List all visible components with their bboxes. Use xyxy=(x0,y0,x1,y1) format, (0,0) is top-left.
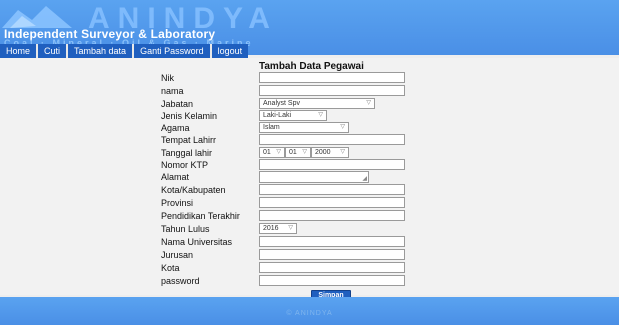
chevron-down-icon: ▽ xyxy=(340,149,345,155)
pendidikan-input[interactable] xyxy=(259,210,405,221)
kota-kabupaten-label: Kota/Kabupaten xyxy=(161,185,226,195)
row-password: password xyxy=(0,275,619,287)
kota-input[interactable] xyxy=(259,262,405,273)
year-select[interactable]: 2000 ▽ xyxy=(311,147,349,158)
nik-label: Nik xyxy=(161,73,174,83)
main-nav: Home Cuti Tambah data Ganti Password log… xyxy=(0,44,249,58)
jabatan-select[interactable]: Analyst Spv ▽ xyxy=(259,98,375,109)
kota-label: Kota xyxy=(161,263,180,273)
jabatan-label: Jabatan xyxy=(161,99,194,109)
row-kota: Kota xyxy=(0,262,619,274)
footer: © ANINDYA xyxy=(0,297,619,325)
nama-input[interactable] xyxy=(259,85,405,96)
row-tahun-lulus: Tahun Lulus 2016 ▽ xyxy=(0,223,619,235)
chevron-down-icon: ▽ xyxy=(366,100,371,106)
row-alamat: Alamat ◢ xyxy=(0,171,619,183)
tahun-lulus-value: 2016 xyxy=(263,225,279,232)
universitas-label: Nama Universitas xyxy=(161,237,233,247)
row-pendidikan: Pendidikan Terakhir xyxy=(0,210,619,222)
universitas-input[interactable] xyxy=(259,236,405,247)
page: ANINDYA Independent Surveyor & Laborator… xyxy=(0,0,619,325)
row-jabatan: Jabatan Analyst Spv ▽ xyxy=(0,98,619,110)
year-value: 2000 xyxy=(315,149,331,156)
password-input[interactable] xyxy=(259,275,405,286)
nik-input[interactable] xyxy=(259,72,405,83)
tanggal-lahir-label: Tanggal lahir xyxy=(161,148,213,158)
form-area: Tambah Data Pegawai Nik nama Jabatan Ana… xyxy=(0,58,619,302)
row-tempat-lahir: Tempat Lahirr xyxy=(0,134,619,146)
row-nik: Nik xyxy=(0,72,619,84)
nav-logout[interactable]: logout xyxy=(211,44,249,58)
kota-kabupaten-input[interactable] xyxy=(259,184,405,195)
provinsi-label: Provinsi xyxy=(161,198,194,208)
agama-label: Agama xyxy=(161,123,190,133)
row-nama: nama xyxy=(0,85,619,97)
chevron-down-icon: ▽ xyxy=(340,124,345,130)
day-value: 01 xyxy=(263,149,271,156)
month-value: 01 xyxy=(289,149,297,156)
nav-tambah-data[interactable]: Tambah data xyxy=(68,44,135,58)
row-jenis-kelamin: Jenis Kelamin Laki-Laki ▽ xyxy=(0,110,619,122)
day-select[interactable]: 01 ▽ xyxy=(259,147,285,158)
tahun-lulus-select[interactable]: 2016 ▽ xyxy=(259,223,297,234)
tahun-lulus-label: Tahun Lulus xyxy=(161,224,210,234)
provinsi-input[interactable] xyxy=(259,197,405,208)
jabatan-value: Analyst Spv xyxy=(263,100,300,107)
row-universitas: Nama Universitas xyxy=(0,236,619,248)
row-tanggal-lahir: Tanggal lahir 01 ▽ 01 ▽ 2000 ▽ xyxy=(0,147,619,159)
row-provinsi: Provinsi xyxy=(0,197,619,209)
nomor-ktp-label: Nomor KTP xyxy=(161,160,209,170)
agama-value: Islam xyxy=(263,124,280,131)
row-kota-kabupaten: Kota/Kabupaten xyxy=(0,184,619,196)
alamat-textarea[interactable]: ◢ xyxy=(259,171,369,183)
chevron-down-icon: ▽ xyxy=(318,112,323,118)
jenis-kelamin-select[interactable]: Laki-Laki ▽ xyxy=(259,110,327,121)
password-label: password xyxy=(161,276,200,286)
jurusan-input[interactable] xyxy=(259,249,405,260)
resize-handle-icon[interactable]: ◢ xyxy=(362,176,367,182)
row-agama: Agama Islam ▽ xyxy=(0,122,619,134)
jenis-kelamin-value: Laki-Laki xyxy=(263,112,292,119)
footer-text: © ANINDYA xyxy=(286,310,333,317)
tempat-lahir-input[interactable] xyxy=(259,134,405,145)
jenis-kelamin-label: Jenis Kelamin xyxy=(161,111,218,121)
chevron-down-icon: ▽ xyxy=(288,225,293,231)
nav-home[interactable]: Home xyxy=(0,44,39,58)
jurusan-label: Jurusan xyxy=(161,250,194,260)
nav-cuti[interactable]: Cuti xyxy=(38,44,69,58)
chevron-down-icon: ▽ xyxy=(302,149,307,155)
form-title: Tambah Data Pegawai xyxy=(259,61,364,72)
nama-label: nama xyxy=(161,86,184,96)
alamat-label: Alamat xyxy=(161,172,190,182)
nav-ganti-password[interactable]: Ganti Password xyxy=(134,44,212,58)
row-jurusan: Jurusan xyxy=(0,249,619,261)
row-nomor-ktp: Nomor KTP xyxy=(0,159,619,171)
tempat-lahir-label: Tempat Lahirr xyxy=(161,135,217,145)
nomor-ktp-input[interactable] xyxy=(259,159,405,170)
month-select[interactable]: 01 ▽ xyxy=(285,147,311,158)
pendidikan-label: Pendidikan Terakhir xyxy=(161,211,240,221)
chevron-down-icon: ▽ xyxy=(276,149,281,155)
agama-select[interactable]: Islam ▽ xyxy=(259,122,349,133)
